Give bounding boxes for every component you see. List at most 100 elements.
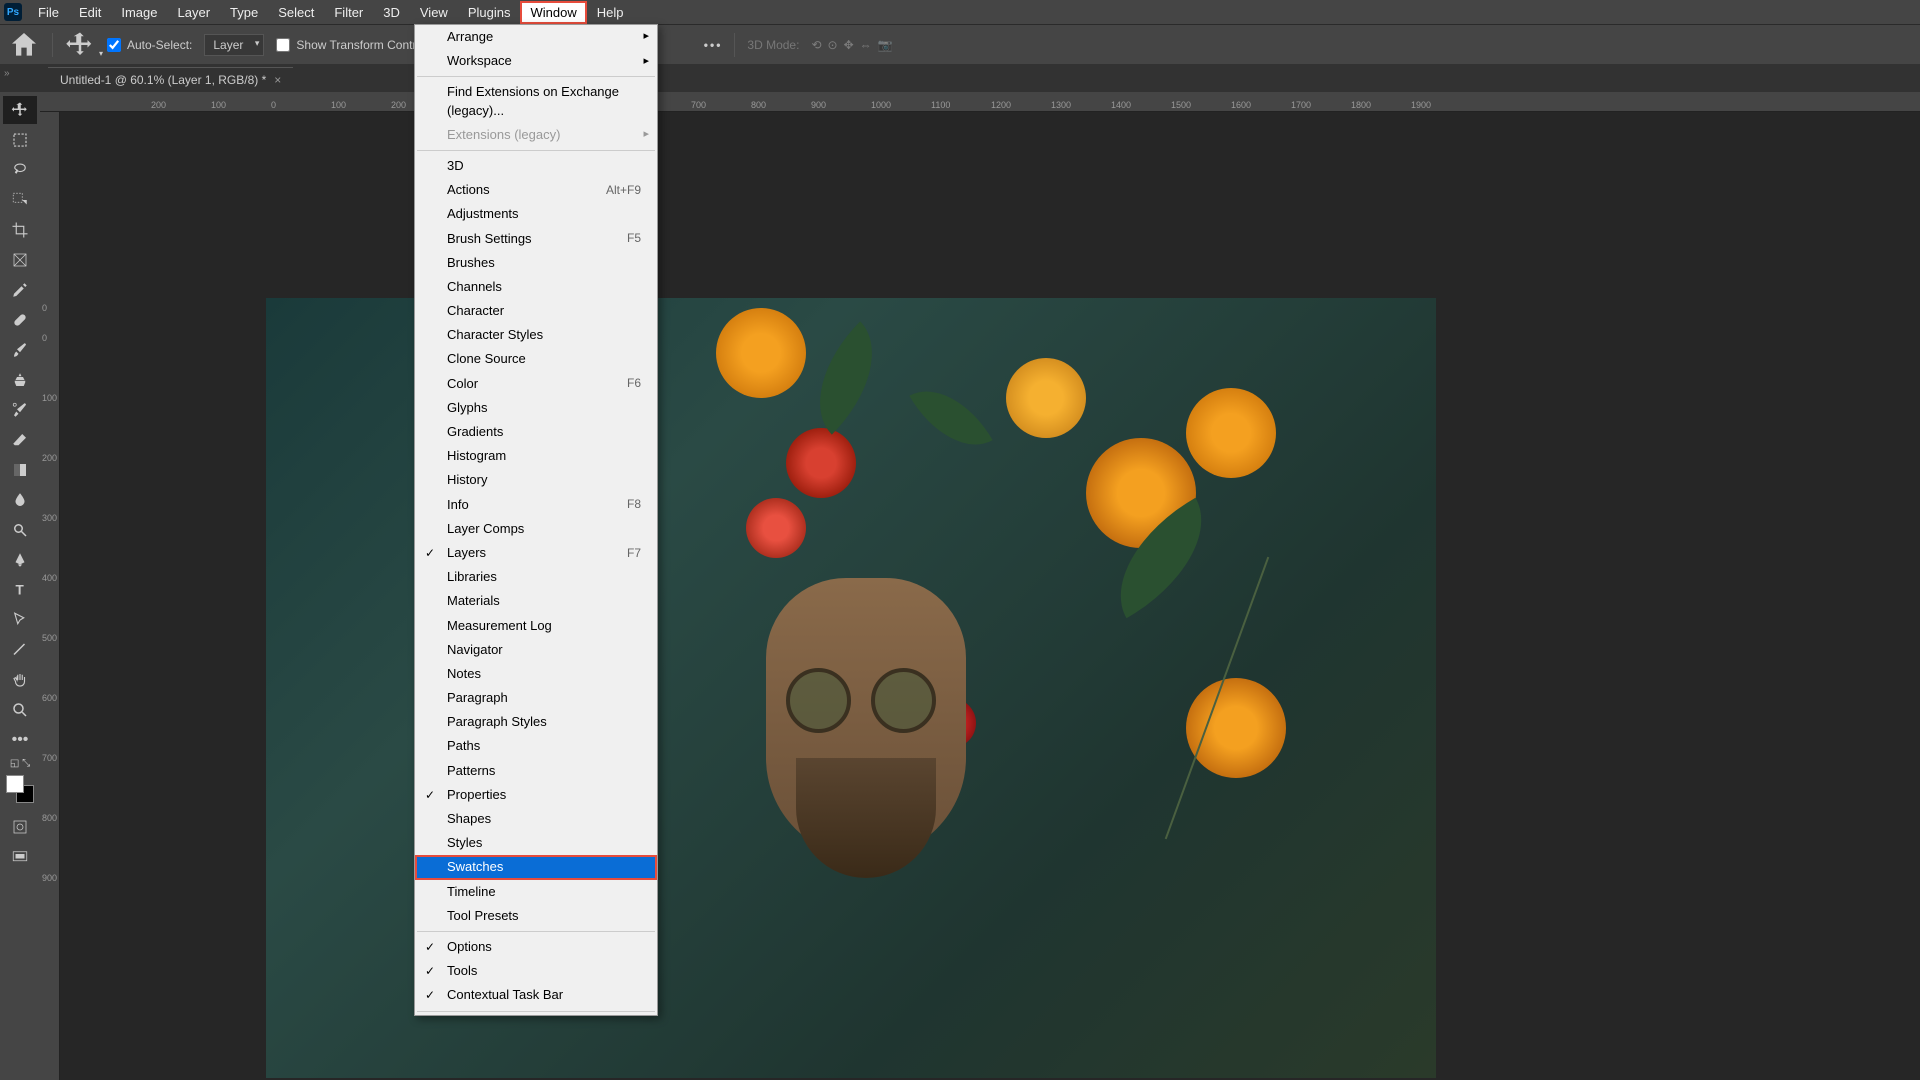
menu-item-info[interactable]: InfoF8 bbox=[415, 493, 657, 517]
object-select-tool[interactable] bbox=[3, 186, 37, 214]
menu-item-tool-presets[interactable]: Tool Presets bbox=[415, 904, 657, 928]
menu-3d[interactable]: 3D bbox=[373, 1, 410, 24]
move-tool[interactable] bbox=[3, 96, 37, 124]
more-options-icon[interactable]: ••• bbox=[704, 38, 723, 52]
zoom-tool[interactable] bbox=[3, 696, 37, 724]
pen-tool[interactable] bbox=[3, 546, 37, 574]
menu-item-options[interactable]: Options bbox=[415, 935, 657, 959]
lasso-tool[interactable] bbox=[3, 156, 37, 184]
menu-item-notes[interactable]: Notes bbox=[415, 662, 657, 686]
menu-item-character[interactable]: Character bbox=[415, 299, 657, 323]
toolbar: T ••• ◱ ⤡ bbox=[0, 92, 40, 1080]
healing-tool[interactable] bbox=[3, 306, 37, 334]
move-tool-icon[interactable] bbox=[65, 30, 95, 60]
document-tab[interactable]: Untitled-1 @ 60.1% (Layer 1, RGB/8) * × bbox=[48, 67, 293, 92]
auto-select-checkbox[interactable]: Auto-Select: bbox=[107, 38, 192, 52]
swap-default-icons[interactable]: ◱ ⤡ bbox=[10, 758, 30, 769]
auto-select-label: Auto-Select: bbox=[127, 38, 192, 52]
home-icon[interactable] bbox=[8, 29, 40, 61]
foreground-color[interactable] bbox=[6, 775, 24, 793]
frame-tool[interactable] bbox=[3, 246, 37, 274]
menu-item-brushes[interactable]: Brushes bbox=[415, 251, 657, 275]
expand-chevron-icon[interactable]: » bbox=[4, 68, 10, 79]
3d-roll-icon[interactable]: ⊙ bbox=[828, 38, 838, 52]
3d-camera-icon[interactable]: 📷 bbox=[878, 38, 893, 52]
menu-item-patterns[interactable]: Patterns bbox=[415, 759, 657, 783]
ruler-vertical[interactable]: 00100200300400500600700800900 bbox=[40, 112, 60, 1080]
eyedropper-tool[interactable] bbox=[3, 276, 37, 304]
menu-type[interactable]: Type bbox=[220, 1, 268, 24]
clone-stamp-tool[interactable] bbox=[3, 366, 37, 394]
3d-orbit-icon[interactable]: ⟲ bbox=[811, 38, 821, 52]
eraser-tool[interactable] bbox=[3, 426, 37, 454]
shape-tool[interactable] bbox=[3, 636, 37, 664]
menu-item-glyphs[interactable]: Glyphs bbox=[415, 396, 657, 420]
menu-item-libraries[interactable]: Libraries bbox=[415, 565, 657, 589]
menu-item-3d[interactable]: 3D bbox=[415, 154, 657, 178]
menu-item-character-styles[interactable]: Character Styles bbox=[415, 323, 657, 347]
path-select-tool[interactable] bbox=[3, 606, 37, 634]
canvas-content bbox=[1186, 388, 1276, 478]
menu-item-swatches[interactable]: Swatches bbox=[415, 855, 657, 879]
menu-item-timeline[interactable]: Timeline bbox=[415, 880, 657, 904]
menu-item-adjustments[interactable]: Adjustments bbox=[415, 202, 657, 226]
menu-item-find-extensions-on-exchange-legacy-[interactable]: Find Extensions on Exchange (legacy)... bbox=[415, 80, 657, 122]
menu-filter[interactable]: Filter bbox=[324, 1, 373, 24]
3d-pan-icon[interactable]: ✥ bbox=[844, 38, 854, 52]
screen-mode-tool[interactable] bbox=[3, 843, 37, 871]
menu-item-color[interactable]: ColorF6 bbox=[415, 372, 657, 396]
menu-edit[interactable]: Edit bbox=[69, 1, 111, 24]
menu-file[interactable]: File bbox=[28, 1, 69, 24]
menu-item-channels[interactable]: Channels bbox=[415, 275, 657, 299]
menu-item-actions[interactable]: ActionsAlt+F9 bbox=[415, 178, 657, 202]
close-tab-icon[interactable]: × bbox=[274, 73, 281, 87]
crop-tool[interactable] bbox=[3, 216, 37, 244]
menu-view[interactable]: View bbox=[410, 1, 458, 24]
menu-item-styles[interactable]: Styles bbox=[415, 831, 657, 855]
menu-layer[interactable]: Layer bbox=[168, 1, 221, 24]
menu-item-gradients[interactable]: Gradients bbox=[415, 420, 657, 444]
gradient-tool[interactable] bbox=[3, 456, 37, 484]
menu-item-brush-settings[interactable]: Brush SettingsF5 bbox=[415, 227, 657, 251]
layer-dropdown[interactable]: Layer bbox=[204, 34, 264, 56]
menu-item-layers[interactable]: LayersF7 bbox=[415, 541, 657, 565]
type-tool[interactable]: T bbox=[3, 576, 37, 604]
3d-slide-icon[interactable]: ⇔ bbox=[860, 38, 872, 52]
ruler-horizontal[interactable]: 2001000100200300400500600700800900100011… bbox=[40, 92, 1920, 112]
dodge-tool[interactable] bbox=[3, 516, 37, 544]
menu-item-histogram[interactable]: Histogram bbox=[415, 444, 657, 468]
menu-item-history[interactable]: History bbox=[415, 468, 657, 492]
auto-select-input[interactable] bbox=[107, 38, 121, 52]
menu-item-contextual-task-bar[interactable]: Contextual Task Bar bbox=[415, 983, 657, 1007]
menu-item-paragraph-styles[interactable]: Paragraph Styles bbox=[415, 710, 657, 734]
color-swatches[interactable] bbox=[6, 775, 34, 803]
quick-mask-tool[interactable] bbox=[3, 813, 37, 841]
brush-tool[interactable] bbox=[3, 336, 37, 364]
menu-item-paths[interactable]: Paths bbox=[415, 734, 657, 758]
menu-image[interactable]: Image bbox=[111, 1, 167, 24]
blur-tool[interactable] bbox=[3, 486, 37, 514]
menu-select[interactable]: Select bbox=[268, 1, 324, 24]
menu-window[interactable]: Window bbox=[520, 1, 586, 24]
menu-item-measurement-log[interactable]: Measurement Log bbox=[415, 614, 657, 638]
more-tools-icon[interactable]: ••• bbox=[3, 726, 37, 754]
divider bbox=[52, 33, 53, 57]
menu-item-materials[interactable]: Materials bbox=[415, 589, 657, 613]
hand-tool[interactable] bbox=[3, 666, 37, 694]
menu-help[interactable]: Help bbox=[587, 1, 634, 24]
menu-plugins[interactable]: Plugins bbox=[458, 1, 521, 24]
show-transform-input[interactable] bbox=[276, 38, 290, 52]
menu-item-paragraph[interactable]: Paragraph bbox=[415, 686, 657, 710]
menu-item-layer-comps[interactable]: Layer Comps bbox=[415, 517, 657, 541]
3d-mode-icons: ⟲ ⊙ ✥ ⇔ 📷 bbox=[811, 38, 892, 52]
history-brush-tool[interactable] bbox=[3, 396, 37, 424]
menu-item-properties[interactable]: Properties bbox=[415, 783, 657, 807]
menu-item-arrange[interactable]: Arrange bbox=[415, 25, 657, 49]
menu-item-workspace[interactable]: Workspace bbox=[415, 49, 657, 73]
menu-item-tools[interactable]: Tools bbox=[415, 959, 657, 983]
marquee-tool[interactable] bbox=[3, 126, 37, 154]
menu-item-clone-source[interactable]: Clone Source bbox=[415, 347, 657, 371]
show-transform-checkbox[interactable]: Show Transform Controls bbox=[276, 38, 431, 52]
menu-item-shapes[interactable]: Shapes bbox=[415, 807, 657, 831]
menu-item-navigator[interactable]: Navigator bbox=[415, 638, 657, 662]
